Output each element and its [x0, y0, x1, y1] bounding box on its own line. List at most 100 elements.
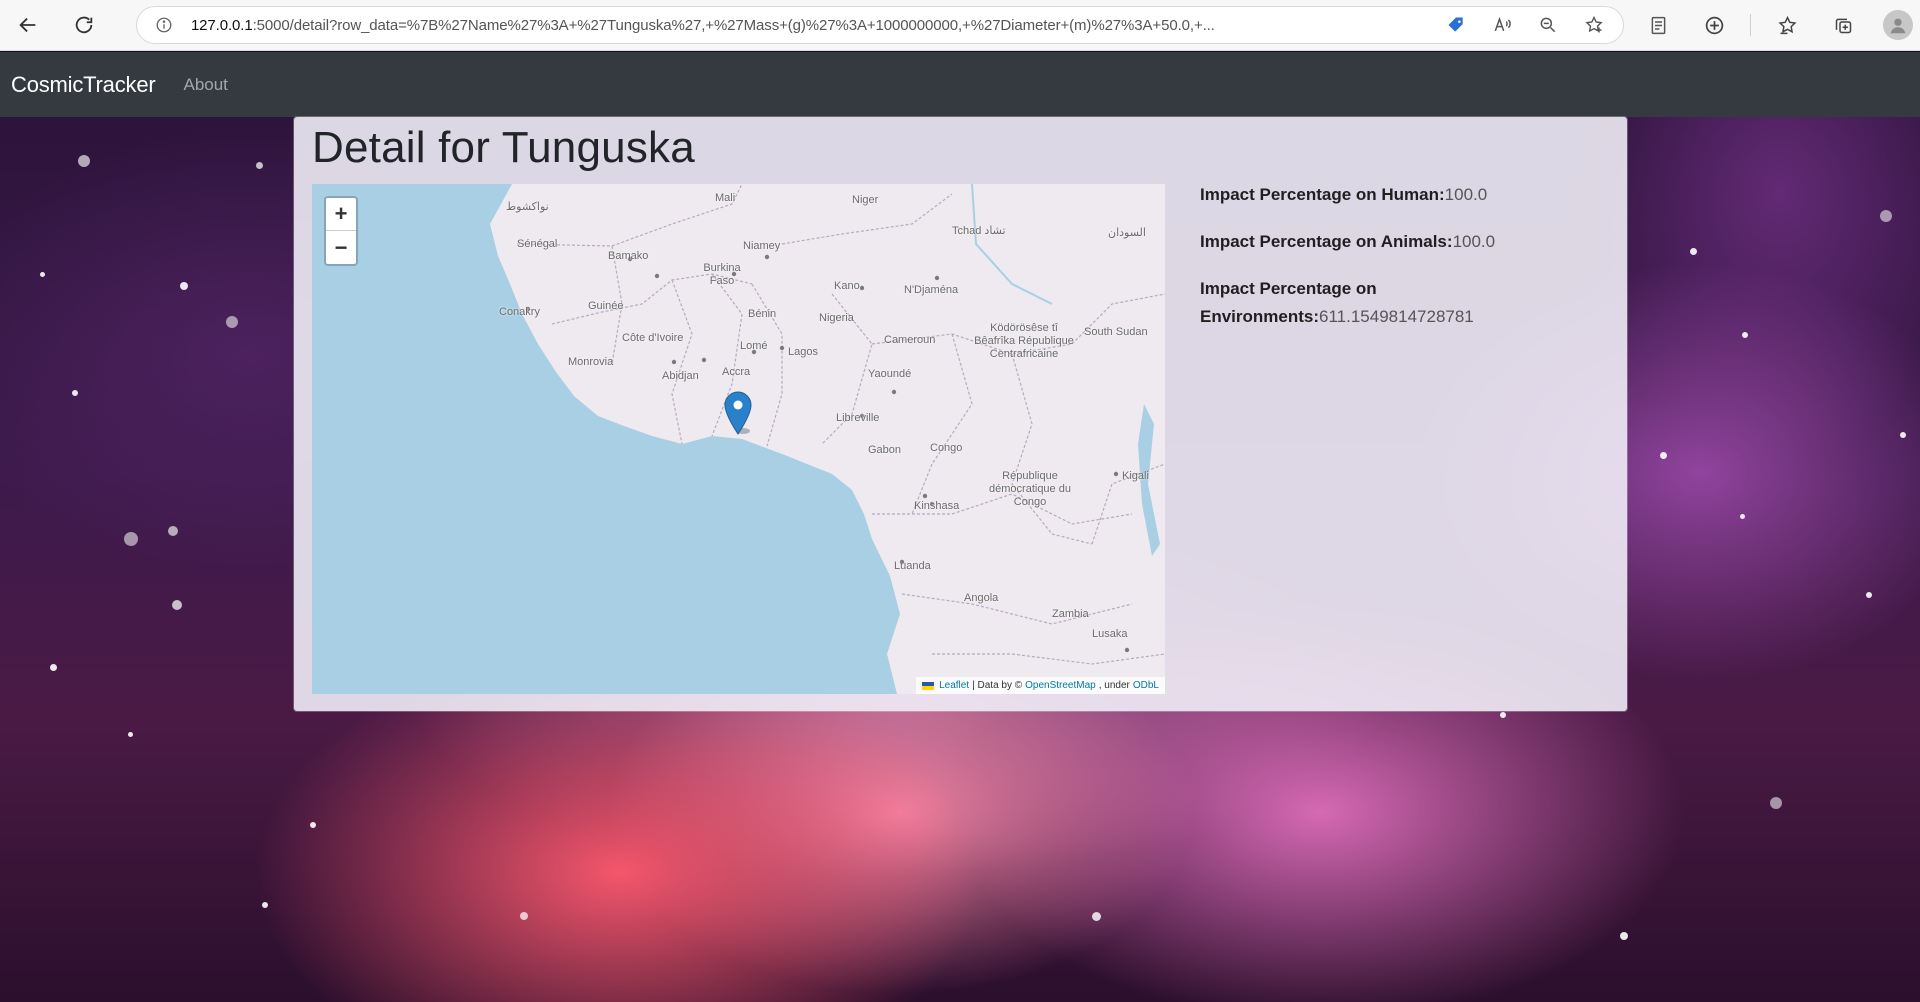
map-marker-icon[interactable]: [723, 391, 753, 435]
star: [1620, 932, 1628, 940]
back-button[interactable]: [8, 5, 48, 45]
star: [168, 526, 178, 536]
map-tiles: [312, 184, 1165, 694]
collections-icon: [1835, 18, 1851, 33]
reading-view-icon: [1651, 16, 1665, 34]
star: [78, 155, 90, 167]
map-label: Côte d'Ivoire: [622, 332, 684, 344]
map-label: Lagos: [788, 346, 818, 358]
reload-icon: [75, 16, 93, 34]
star: [1092, 912, 1101, 921]
url-host: 127.0.0.1: [190, 16, 253, 34]
map-label: Burkina Faso: [703, 262, 741, 287]
map-label: Nigeria: [819, 312, 854, 324]
star: [1740, 514, 1745, 519]
map-label: Lusaka: [1092, 628, 1128, 640]
star: [124, 532, 138, 546]
star: [1880, 210, 1892, 222]
star: [1742, 332, 1748, 338]
impact-value: 611.1549814728781: [1319, 307, 1474, 326]
map-label: Abidjan: [662, 370, 699, 382]
map-label: Congo: [930, 442, 963, 454]
map-label: Ködörösêse tî Bêafrîka République Centra…: [974, 322, 1074, 360]
tag-icon[interactable]: [1439, 10, 1473, 40]
url-text[interactable]: 127.0.0.1:5000/detail?row_data=%7B%27Nam…: [191, 17, 1423, 34]
map-attribution: Leaflet | Data by © OpenStreetMap , unde…: [916, 677, 1165, 694]
map-label: South Sudan: [1084, 326, 1148, 338]
browser-toolbar: 127.0.0.1:5000/detail?row_data=%7B%27Nam…: [0, 0, 1920, 51]
leaflet-link[interactable]: Leaflet: [939, 680, 969, 691]
reading-view-button[interactable]: [1638, 5, 1678, 45]
star: [1900, 432, 1906, 438]
star: [1500, 712, 1506, 718]
profile-button[interactable]: [1883, 10, 1913, 40]
attribution-text: | Data by ©: [972, 680, 1023, 691]
star-add-icon[interactable]: [1577, 10, 1611, 40]
zoom-in-button[interactable]: +: [326, 198, 356, 231]
map-label: Bénin: [748, 308, 777, 320]
zoom-control: + −: [324, 196, 358, 266]
star: [180, 282, 188, 290]
star: [128, 732, 133, 737]
arrow-left-icon: [19, 17, 36, 33]
star: [172, 600, 182, 610]
extensions-icon: [1705, 16, 1723, 34]
odbl-link[interactable]: ODbL: [1133, 680, 1159, 691]
osm-link[interactable]: OpenStreetMap: [1025, 680, 1096, 691]
star: [72, 390, 78, 396]
map-label: République démocratique du Congo: [989, 470, 1071, 508]
impact-label: Impact Percentage on Animals:: [1200, 232, 1453, 251]
ukraine-flag-icon: [922, 681, 935, 690]
page-background: CosmicTracker About Detail for Tunguska: [0, 52, 1920, 1002]
map-label: Cameroun: [884, 334, 936, 346]
star: [1690, 248, 1697, 255]
map-label: Bamako: [608, 250, 649, 262]
star: [256, 162, 263, 169]
attribution-under: , under: [1098, 680, 1130, 691]
star: [262, 902, 268, 908]
reload-button[interactable]: [64, 5, 104, 45]
collections-button[interactable]: [1823, 5, 1863, 45]
star: [50, 664, 57, 671]
map-label: Mali: [715, 192, 736, 204]
map-label: Monrovia: [568, 356, 614, 368]
star: [520, 912, 528, 920]
brand-link[interactable]: CosmicTracker: [11, 72, 156, 98]
map-label: Kano: [834, 280, 860, 292]
star: [226, 316, 238, 328]
profile-icon: [1890, 18, 1906, 34]
star: [1770, 797, 1782, 809]
star: [1866, 592, 1872, 598]
map-label: Tchad تشاد: [952, 225, 1006, 237]
impact-value: 100.0: [1452, 232, 1496, 251]
map-label: N'Djaména: [904, 284, 959, 296]
map-label: Lomé: [740, 340, 768, 352]
extensions-button[interactable]: [1694, 5, 1734, 45]
zoom-out-icon[interactable]: [1531, 10, 1565, 40]
map-label: Angola: [964, 592, 999, 604]
map-label: Libreville: [836, 412, 880, 424]
nav-link-about[interactable]: About: [183, 75, 227, 95]
toolbar-divider: [1750, 14, 1751, 36]
map-label: Niger: [852, 194, 879, 206]
map-label: Gabon: [868, 444, 902, 456]
map-label: Guinée: [588, 300, 624, 312]
info-icon[interactable]: [151, 12, 177, 38]
url-path: :5000/detail?row_data=%7B%27Name%27%3A+%…: [252, 16, 1215, 34]
address-bar[interactable]: 127.0.0.1:5000/detail?row_data=%7B%27Nam…: [136, 6, 1624, 44]
map-label: Accra: [722, 366, 751, 378]
site-navbar: CosmicTracker About: [0, 52, 1920, 117]
impact-label: Impact Percentage on Human:: [1200, 185, 1445, 204]
favorites-button[interactable]: [1767, 5, 1807, 45]
impact-info: Impact Percentage on Human:100.0 Impact …: [1200, 181, 1600, 350]
star: [40, 272, 45, 277]
impact-value: 100.0: [1444, 185, 1488, 204]
map-container[interactable]: نواكشوط Mali Niger Tchad تشاد السودان Sé…: [312, 184, 1165, 694]
read-aloud-icon[interactable]: [1485, 10, 1519, 40]
impact-environments: Impact Percentage on Environments:611.15…: [1200, 275, 1510, 331]
zoom-out-button[interactable]: −: [326, 231, 356, 264]
map-label: Zambia: [1052, 608, 1089, 620]
map-label: Kinshasa: [914, 500, 960, 512]
favorites-icon: [1777, 15, 1797, 34]
map-label: Yaoundé: [868, 368, 912, 380]
